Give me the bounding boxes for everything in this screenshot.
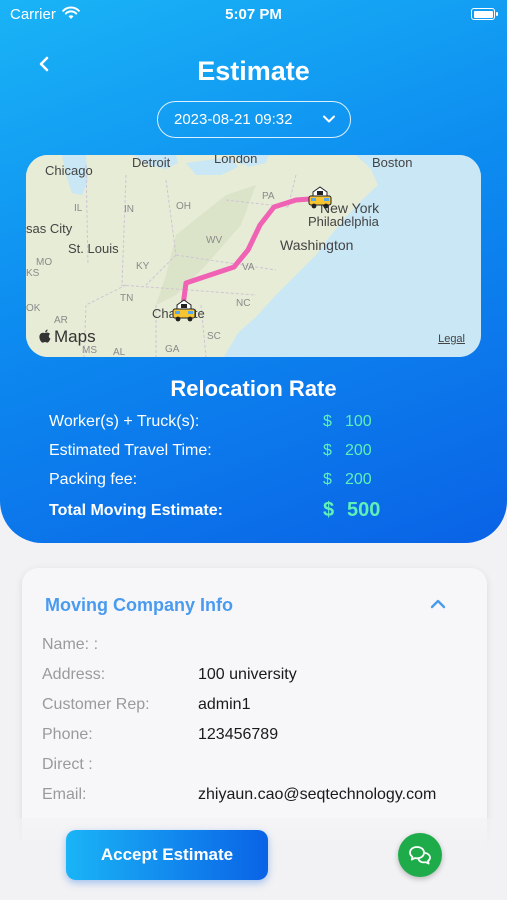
info-value[interactable]: zhiyaun.cao@seqtechnology.com bbox=[198, 786, 436, 804]
info-label: Email: bbox=[42, 786, 87, 803]
map-label-in: IN bbox=[124, 204, 134, 215]
map-label-va: VA bbox=[242, 262, 255, 273]
currency-symbol: $ bbox=[323, 471, 332, 488]
maps-label: Maps bbox=[54, 327, 96, 346]
chat-button[interactable] bbox=[398, 833, 442, 877]
map-label-philadelphia: Philadelphia bbox=[308, 214, 379, 229]
map-label-il: IL bbox=[74, 203, 83, 214]
battery-icon bbox=[471, 8, 498, 20]
map-label-st-louis: St. Louis bbox=[68, 241, 119, 256]
info-value[interactable]: 123456789 bbox=[198, 726, 278, 744]
map-label-detroit: Detroit bbox=[132, 155, 171, 170]
rate-label: Estimated Travel Time: bbox=[49, 442, 212, 459]
map-label-chicago: Chicago bbox=[45, 163, 93, 178]
info-row-email: Email: zhiyaun.cao@seqtechnology.com bbox=[42, 786, 482, 808]
map-label-oh: OH bbox=[176, 201, 191, 212]
page-title: Estimate bbox=[197, 56, 310, 86]
maps-attribution: Maps bbox=[38, 327, 96, 347]
map-label-ky: KY bbox=[136, 261, 150, 272]
map-label-ks: KS bbox=[26, 268, 40, 279]
info-value: admin1 bbox=[198, 696, 251, 713]
info-row-address: Address: 100 university bbox=[42, 666, 482, 688]
map-label-sc: SC bbox=[207, 331, 221, 342]
route-map[interactable]: Chicago Detroit London Boston New York P… bbox=[26, 155, 481, 357]
currency-symbol: $ bbox=[323, 442, 332, 459]
info-label: Name: : bbox=[42, 636, 99, 653]
map-label-al: AL bbox=[113, 347, 126, 357]
rate-value: 200 bbox=[345, 442, 372, 459]
chevron-up-icon[interactable] bbox=[427, 594, 449, 614]
rate-value: 100 bbox=[345, 413, 372, 430]
info-label: Phone: bbox=[42, 726, 93, 743]
accept-estimate-button[interactable]: Accept Estimate bbox=[66, 830, 268, 880]
map-label-mo: MO bbox=[36, 257, 53, 268]
rate-label: Packing fee: bbox=[49, 471, 138, 488]
info-row-direct: Direct : bbox=[42, 756, 482, 778]
currency-symbol: $ bbox=[323, 499, 335, 521]
rate-row-travel-time: Estimated Travel Time: $ 200 bbox=[49, 442, 469, 466]
map-label-wv: WV bbox=[206, 235, 223, 246]
rate-value: 200 bbox=[345, 471, 372, 488]
map-label-washington: Washington bbox=[280, 237, 354, 253]
destination-truck-icon[interactable] bbox=[307, 186, 333, 210]
company-info-title: Moving Company Info bbox=[45, 595, 233, 615]
rate-row-total: Total Moving Estimate: $ 500 bbox=[49, 499, 469, 526]
info-value: 100 university bbox=[198, 666, 297, 683]
info-label: Address: bbox=[42, 666, 106, 683]
map-label-london: London bbox=[214, 155, 258, 166]
map-label-ga: GA bbox=[165, 344, 180, 355]
origin-truck-icon[interactable] bbox=[171, 299, 197, 323]
map-label-pa: PA bbox=[262, 191, 275, 202]
map-label-ar: AR bbox=[54, 315, 68, 326]
info-row-name: Name: : bbox=[42, 636, 482, 658]
map-label-boston: Boston bbox=[372, 155, 413, 170]
clock-label: 5:07 PM bbox=[225, 6, 282, 23]
info-label: Direct : bbox=[42, 756, 93, 773]
date-time-value: 2023-08-21 09:32 bbox=[174, 111, 293, 128]
apple-logo-icon bbox=[39, 329, 51, 343]
total-value: 500 bbox=[347, 499, 381, 521]
chat-bubble-icon bbox=[409, 846, 431, 865]
map-label-nc: NC bbox=[236, 298, 251, 309]
info-row-customer-rep: Customer Rep: admin1 bbox=[42, 696, 482, 718]
map-label-ok: OK bbox=[26, 303, 41, 314]
rate-label: Worker(s) + Truck(s): bbox=[49, 413, 200, 430]
relocation-rate-title: Relocation Rate bbox=[170, 376, 337, 401]
map-label-kansas-city: sas City bbox=[26, 221, 73, 236]
total-label: Total Moving Estimate: bbox=[49, 502, 223, 519]
currency-symbol: $ bbox=[323, 413, 332, 430]
estimate-header-panel: Carrier 5:07 PM Estimate 2023-08-21 09:3… bbox=[0, 0, 507, 543]
date-time-select[interactable]: 2023-08-21 09:32 bbox=[157, 101, 351, 138]
info-row-phone: Phone: 123456789 bbox=[42, 726, 482, 748]
info-label: Customer Rep: bbox=[42, 696, 150, 713]
map-label-tn: TN bbox=[120, 293, 134, 304]
status-bar: Carrier 5:07 PM bbox=[0, 0, 507, 30]
rate-row-packing-fee: Packing fee: $ 200 bbox=[49, 471, 469, 495]
chevron-down-icon bbox=[323, 115, 335, 123]
rate-row-workers: Worker(s) + Truck(s): $ 100 bbox=[49, 413, 469, 437]
legal-link[interactable]: Legal bbox=[438, 333, 465, 345]
